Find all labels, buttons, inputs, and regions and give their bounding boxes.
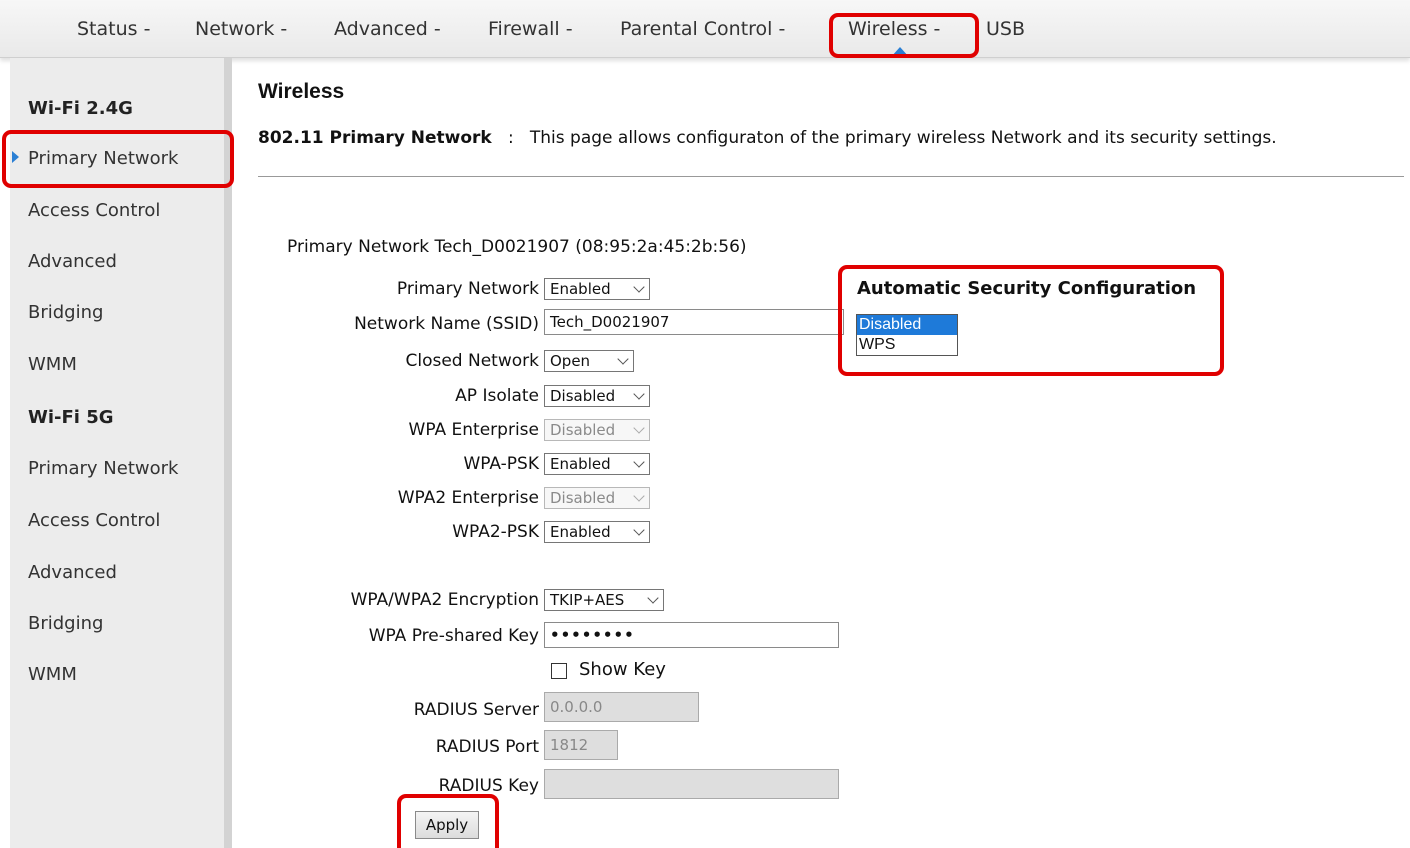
chevron-down-icon — [647, 592, 659, 604]
closed-network-value: Open — [550, 352, 591, 370]
primary-network-value: Enabled — [550, 280, 611, 298]
page-description: 802.11 Primary Network : This page allow… — [258, 128, 1277, 148]
sidebar-item-5g-bridging[interactable]: Bridging — [28, 611, 103, 637]
wpa-psk-label: WPA-PSK — [463, 454, 539, 474]
radius-server-input: 0.0.0.0 — [544, 692, 699, 722]
psk-label: WPA Pre-shared Key — [368, 626, 539, 646]
chevron-down-icon — [617, 353, 629, 365]
nav-status[interactable]: Status - — [77, 15, 150, 43]
sidebar-item-5g-access-control[interactable]: Access Control — [28, 508, 160, 534]
sidebar-item-5g-wmm[interactable]: WMM — [28, 662, 77, 688]
highlight-wireless-tab — [829, 13, 979, 58]
encryption-value: TKIP+AES — [550, 591, 625, 609]
network-heading: Primary Network Tech_D0021907 (08:95:2a:… — [287, 237, 747, 257]
wpa-enterprise-select: Disabled — [544, 419, 650, 441]
wpa-psk-select[interactable]: Enabled — [544, 453, 650, 475]
chevron-down-icon — [633, 490, 645, 502]
sidebar-item-24g-wmm[interactable]: WMM — [28, 352, 77, 378]
sidebar-heading-wifi-24g: Wi-Fi 2.4G — [28, 98, 133, 119]
wpa2-psk-select[interactable]: Enabled — [544, 521, 650, 543]
sidebar-item-5g-advanced[interactable]: Advanced — [28, 560, 117, 586]
ap-isolate-label: AP Isolate — [455, 386, 539, 406]
closed-network-select[interactable]: Open — [544, 350, 634, 372]
chevron-down-icon — [633, 422, 645, 434]
radius-port-input: 1812 — [544, 730, 618, 760]
sidebar-item-24g-bridging[interactable]: Bridging — [28, 300, 103, 326]
chevron-down-icon — [633, 281, 645, 293]
chevron-down-icon — [633, 388, 645, 400]
show-key-checkbox[interactable] — [551, 663, 567, 679]
show-key-label: Show Key — [579, 659, 666, 680]
wpa2-enterprise-select: Disabled — [544, 487, 650, 509]
wpa2-psk-label: WPA2-PSK — [452, 522, 539, 542]
description-separator: : — [507, 128, 514, 148]
ap-isolate-select[interactable]: Disabled — [544, 385, 650, 407]
nav-usb[interactable]: USB — [986, 15, 1025, 43]
chevron-down-icon — [633, 456, 645, 468]
highlight-primary-network — [2, 130, 234, 188]
ssid-input[interactable]: Tech_D0021907 — [544, 309, 844, 335]
psk-input[interactable]: •••••••• — [544, 622, 839, 648]
top-navigation: Status - Network - Advanced - Firewall -… — [0, 0, 1410, 58]
radius-port-label: RADIUS Port — [435, 737, 539, 757]
wpa-enterprise-label: WPA Enterprise — [408, 420, 539, 440]
sidebar-item-24g-access-control[interactable]: Access Control — [28, 198, 160, 224]
primary-network-select[interactable]: Enabled — [544, 278, 650, 300]
wpa2-psk-value: Enabled — [550, 523, 611, 541]
sidebar-heading-wifi-5g: Wi-Fi 5G — [28, 407, 114, 428]
wpa-enterprise-value: Disabled — [550, 421, 616, 439]
sidebar-item-24g-advanced[interactable]: Advanced — [28, 249, 117, 275]
sidebar-item-5g-primary-network[interactable]: Primary Network — [28, 456, 178, 482]
primary-network-label: Primary Network — [396, 279, 539, 299]
highlight-apply-button — [397, 794, 499, 848]
nav-firewall[interactable]: Firewall - — [488, 15, 573, 43]
nav-advanced[interactable]: Advanced - — [334, 15, 441, 43]
description-text: This page allows configuraton of the pri… — [529, 128, 1277, 148]
ap-isolate-value: Disabled — [550, 387, 616, 405]
wpa-psk-value: Enabled — [550, 455, 611, 473]
nav-parental-control[interactable]: Parental Control - — [620, 15, 785, 43]
encryption-label: WPA/WPA2 Encryption — [350, 590, 539, 610]
highlight-auto-security — [838, 265, 1224, 376]
radius-server-label: RADIUS Server — [413, 700, 539, 720]
radius-key-input — [544, 769, 839, 799]
closed-network-label: Closed Network — [405, 351, 540, 371]
wpa2-enterprise-label: WPA2 Enterprise — [397, 488, 539, 508]
wpa2-enterprise-value: Disabled — [550, 489, 616, 507]
description-label: 802.11 Primary Network — [258, 128, 492, 148]
chevron-down-icon — [633, 524, 645, 536]
ssid-label: Network Name (SSID) — [354, 314, 539, 334]
page-title: Wireless — [258, 80, 345, 103]
divider — [258, 176, 1404, 177]
nav-network[interactable]: Network - — [195, 15, 287, 43]
encryption-select[interactable]: TKIP+AES — [544, 589, 664, 611]
